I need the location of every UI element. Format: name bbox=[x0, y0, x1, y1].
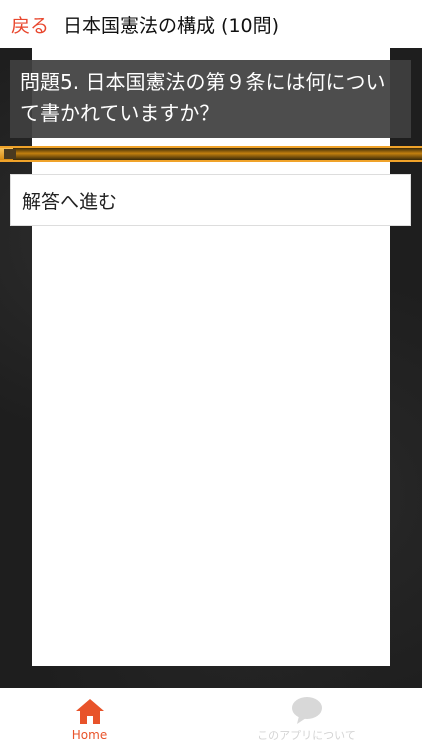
quiz-stage: 問題5. 日本国憲法の第９条には何について書かれていますか？ 解答へ進む bbox=[0, 48, 422, 688]
chat-bubble-icon bbox=[291, 697, 322, 724]
bottom-navigation: Home このアプリについて bbox=[0, 688, 422, 750]
app-header: 戻る 日本国憲法の構成 (10問) bbox=[0, 0, 422, 48]
proceed-to-answer-label: 解答へ進む bbox=[22, 190, 118, 213]
paper-background bbox=[32, 48, 390, 666]
progress-bar bbox=[0, 146, 422, 162]
nav-label-about: このアプリについて bbox=[257, 729, 356, 742]
question-box: 問題5. 日本国憲法の第９条には何について書かれていますか？ bbox=[10, 60, 411, 138]
home-icon bbox=[75, 699, 104, 724]
page-title: 日本国憲法の構成 (10問) bbox=[63, 14, 280, 37]
proceed-to-answer-button[interactable]: 解答へ進む bbox=[10, 174, 411, 226]
nav-item-about[interactable]: このアプリについて bbox=[201, 688, 412, 750]
nav-label-home: Home bbox=[71, 728, 108, 742]
back-button[interactable]: 戻る bbox=[11, 11, 49, 38]
progress-marker bbox=[4, 149, 16, 159]
question-text: 問題5. 日本国憲法の第９条には何について書かれていますか？ bbox=[20, 70, 386, 125]
nav-item-home[interactable]: Home bbox=[0, 688, 195, 750]
